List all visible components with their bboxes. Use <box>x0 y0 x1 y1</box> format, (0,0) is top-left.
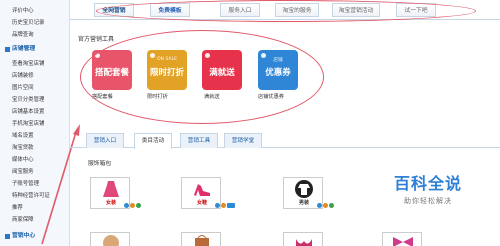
sidebar-item-picture-space[interactable]: 图片空间 <box>12 83 34 91</box>
watermark: 百科全说 助你轻松解决 <box>368 170 488 206</box>
sidebar-item-category-manage[interactable]: 宝贝分类管理 <box>12 95 44 103</box>
section-square-icon <box>5 234 10 239</box>
badge-icon <box>227 203 235 208</box>
sidebar-item-history[interactable]: 历史宝贝记录 <box>12 18 44 26</box>
tile-bags[interactable] <box>181 232 221 246</box>
sub-tab-bar: 营销入口 类目活动 营销工具 营销学堂 <box>70 130 500 149</box>
section-square-icon <box>5 47 10 52</box>
badge-icon <box>215 203 220 208</box>
bow-icon <box>393 237 413 246</box>
tile-accessories[interactable] <box>382 232 422 246</box>
subtab-marketing-entry[interactable]: 营销入口 <box>86 133 124 148</box>
badge-icon <box>221 203 226 208</box>
subtab-marketing-tools[interactable]: 营销工具 <box>180 133 218 148</box>
mens-shirt-icon <box>295 180 313 198</box>
bag-icon <box>195 235 209 246</box>
badge-icon <box>136 203 141 208</box>
tile-badges <box>124 203 142 209</box>
badge-icon <box>124 203 129 208</box>
sidebar-item-brand-query[interactable]: 品牌查询 <box>12 30 34 38</box>
tile-badges <box>215 203 236 209</box>
sidebar-item-media[interactable]: 媒体中心 <box>12 155 34 163</box>
dress-icon <box>103 181 119 197</box>
badge-icon <box>329 203 334 208</box>
watermark-title: 百科全说 <box>393 174 462 193</box>
watermark-subtitle: 助你轻松解决 <box>404 197 452 205</box>
annotation-ellipse-tools <box>80 30 324 124</box>
annotation-ellipse-top <box>96 0 476 22</box>
sidebar-section-label: 营销中心 <box>12 233 36 239</box>
ball-icon <box>103 235 119 246</box>
badge-icon <box>130 203 135 208</box>
category-title: 服饰箱包 <box>88 161 112 167</box>
section-title-official-tools: 官方营销工具 <box>78 36 115 43</box>
sidebar-section-shop-manage[interactable]: 店铺管理 <box>2 44 69 55</box>
sidebar-section-label: 店铺管理 <box>12 46 36 52</box>
sidebar-item-view-shop[interactable]: 查看淘宝店铺 <box>12 59 44 67</box>
subtab-category-activity[interactable]: 类目活动 <box>134 133 172 149</box>
sidebar-item-sub-account[interactable]: 子账号管理 <box>12 179 39 187</box>
tile-badges <box>317 203 335 209</box>
tile-sports[interactable] <box>90 232 130 246</box>
sidebar-item-recommend[interactable]: 推荐 <box>12 203 23 211</box>
sidebar-item-domain[interactable]: 域名设置 <box>12 131 34 139</box>
sidebar-item-decorate[interactable]: 店铺装修 <box>12 71 34 79</box>
subtab-marketing-school[interactable]: 营销学堂 <box>224 133 262 148</box>
sidebar-item-service[interactable]: 阅宝服务 <box>12 167 34 175</box>
badge-icon <box>317 203 322 208</box>
underwear-icon <box>296 239 312 246</box>
badge-icon <box>323 203 328 208</box>
high-heel-icon <box>194 184 210 196</box>
sidebar-item-review-center[interactable]: 评价中心 <box>12 6 34 14</box>
tile-underwear[interactable] <box>283 232 323 246</box>
sidebar-item-guarantee[interactable]: 商家保障 <box>12 215 34 223</box>
sidebar-item-basic-settings[interactable]: 店铺基本设置 <box>12 107 44 115</box>
sidebar-item-loan[interactable]: 淘宝贷款 <box>12 143 34 151</box>
